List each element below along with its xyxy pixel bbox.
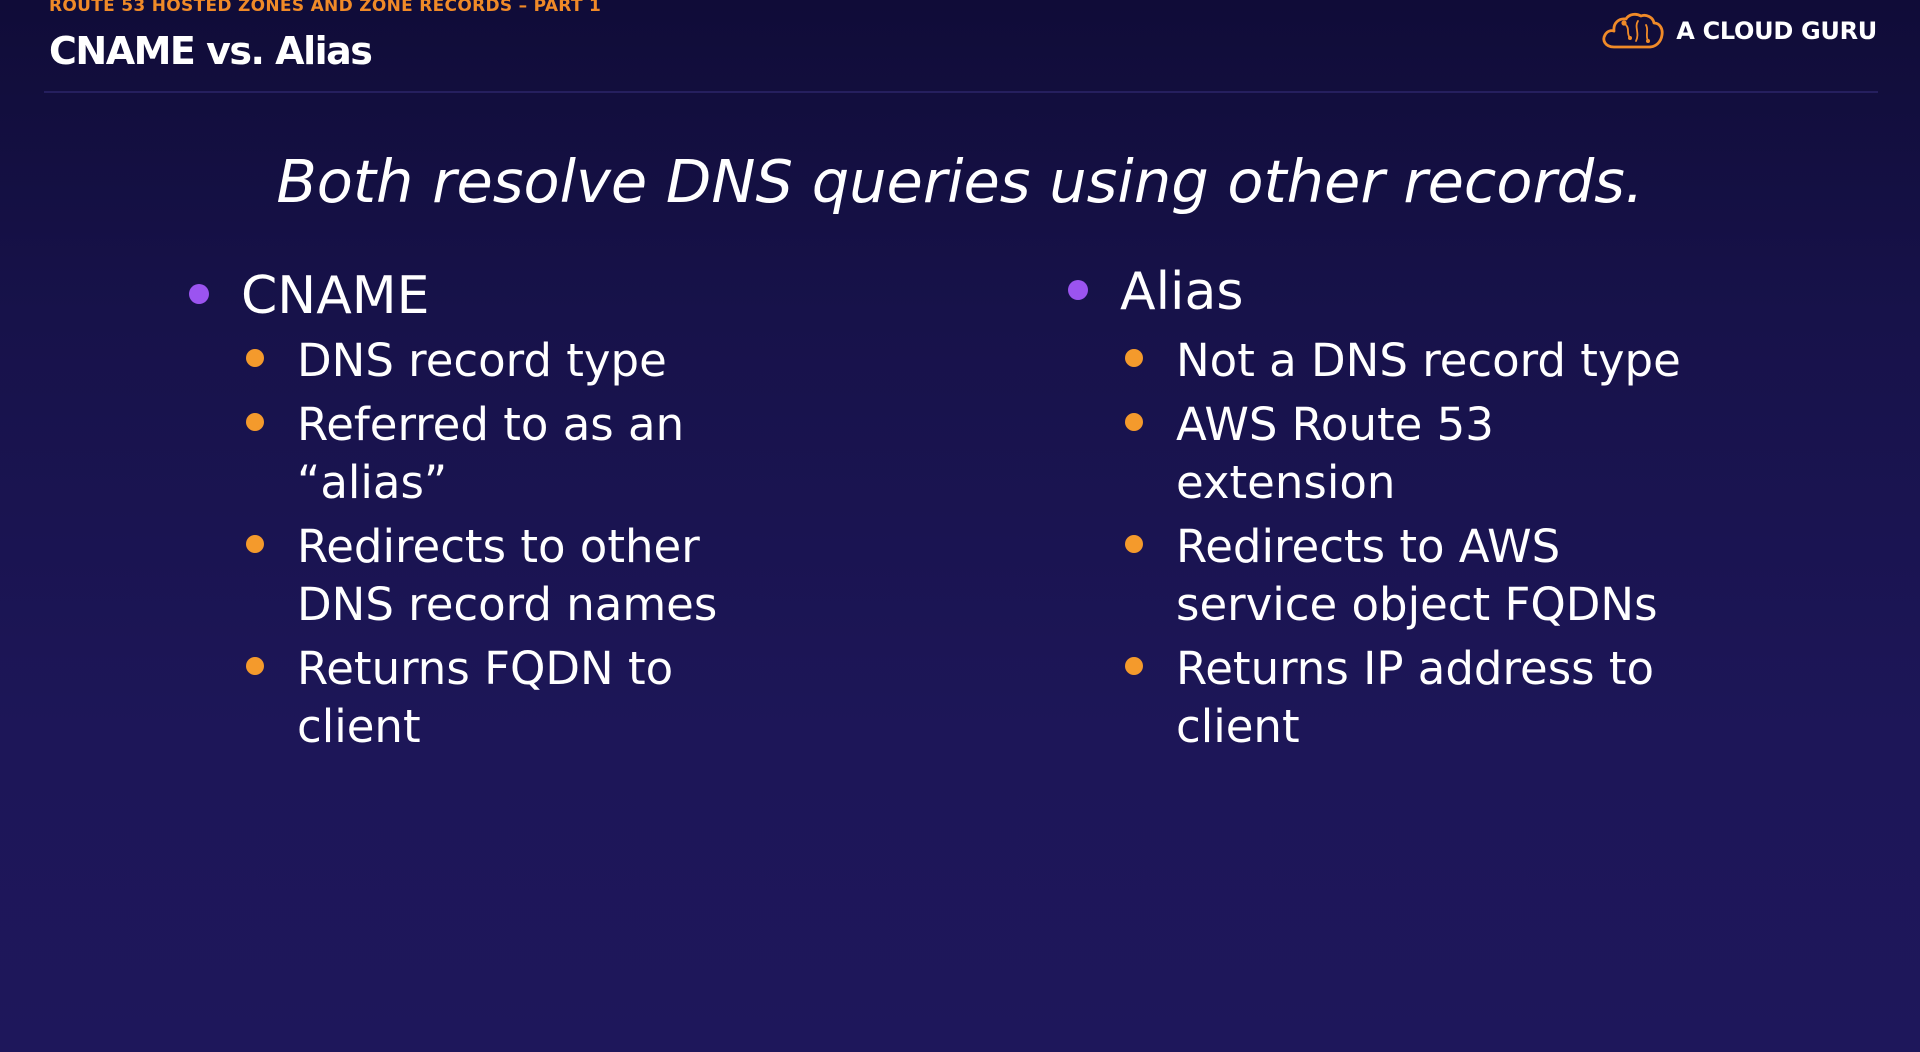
purple-bullet-icon — [189, 284, 209, 304]
column-heading-text: CNAME — [241, 266, 430, 326]
bullet-list: DNS record type Referred to as an “alias… — [185, 332, 747, 756]
section-kicker: ROUTE 53 HOSTED ZONES AND ZONE RECORDS –… — [49, 0, 602, 16]
list-item-text: Referred to as an “alias” — [297, 398, 685, 509]
purple-bullet-icon — [1068, 280, 1088, 300]
orange-bullet-icon — [1125, 657, 1143, 675]
list-item-text: DNS record type — [297, 334, 667, 387]
list-item: Returns IP address to client — [1064, 640, 1706, 756]
brand-logo: A CLOUD GURU — [1600, 10, 1877, 52]
cloud-logo-icon — [1600, 11, 1664, 51]
list-item: Returns FQDN to client — [185, 640, 747, 756]
list-item-text: Redirects to AWS service object FQDNs — [1176, 520, 1658, 631]
orange-bullet-icon — [1125, 535, 1143, 553]
column-heading-text: Alias — [1120, 262, 1244, 322]
orange-bullet-icon — [246, 535, 264, 553]
orange-bullet-icon — [1125, 413, 1143, 431]
slide-title: CNAME vs. Alias — [49, 29, 373, 73]
cname-column: CNAME DNS record type Referred to as an … — [185, 258, 747, 762]
column-heading: CNAME — [185, 262, 747, 330]
bullet-list: Not a DNS record type AWS Route 53 exten… — [1064, 332, 1706, 756]
logo-text: A CLOUD GURU — [1676, 17, 1877, 45]
orange-bullet-icon — [246, 349, 264, 367]
list-item: AWS Route 53 extension — [1064, 396, 1706, 512]
column-heading: Alias — [1064, 258, 1706, 326]
alias-column: Alias Not a DNS record type AWS Route 53… — [1064, 258, 1706, 762]
orange-bullet-icon — [1125, 349, 1143, 367]
list-item: Redirects to AWS service object FQDNs — [1064, 518, 1706, 634]
orange-bullet-icon — [246, 413, 264, 431]
list-item-text: AWS Route 53 extension — [1176, 398, 1494, 509]
slide-header: ROUTE 53 HOSTED ZONES AND ZONE RECORDS –… — [0, 0, 1920, 92]
header-divider — [44, 91, 1878, 93]
list-item-text: Not a DNS record type — [1176, 334, 1681, 387]
list-item-text: Returns IP address to client — [1176, 642, 1655, 753]
list-item: Referred to as an “alias” — [185, 396, 747, 512]
list-item-text: Returns FQDN to client — [297, 642, 674, 753]
list-item: DNS record type — [185, 332, 747, 390]
orange-bullet-icon — [246, 657, 264, 675]
slide-subtitle: Both resolve DNS queries using other rec… — [276, 147, 1644, 216]
list-item-text: Redirects to other DNS record names — [297, 520, 718, 631]
list-item: Not a DNS record type — [1064, 332, 1706, 390]
list-item: Redirects to other DNS record names — [185, 518, 747, 634]
